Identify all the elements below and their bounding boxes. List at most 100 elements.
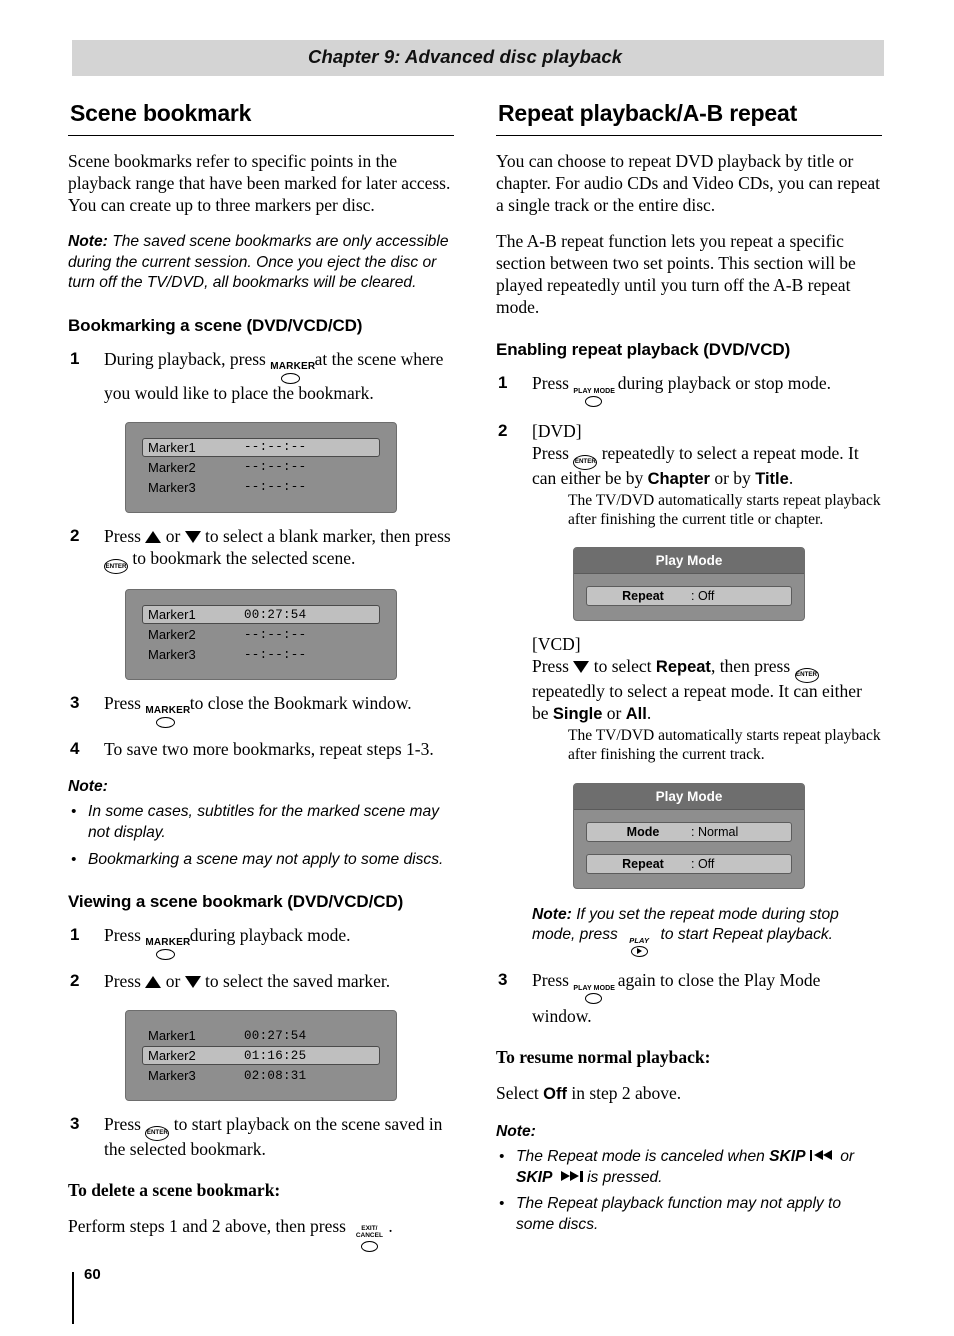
- step-number: 1: [498, 373, 508, 393]
- list-item: Bookmarking a scene may not apply to som…: [68, 850, 454, 871]
- marker-button-label: MARKER: [145, 705, 191, 717]
- step-text-or: or by: [714, 467, 751, 488]
- marker-button-label: MARKER: [270, 360, 316, 372]
- page-number: 60: [84, 1266, 101, 1283]
- document-page: Chapter 9: Advanced disc playback 60 Sce…: [0, 0, 954, 1336]
- enter-button-label: ENTER: [573, 454, 598, 470]
- heading-resume-normal-playback: To resume normal playback:: [496, 1047, 711, 1068]
- column-divider: [477, 100, 478, 1250]
- heading-delete-scene-bookmark: To delete a scene bookmark:: [68, 1179, 281, 1200]
- arrow-up-icon: [145, 530, 162, 543]
- osd-row-key: Mode: [626, 824, 660, 839]
- play-mode-button-label: PLAY MODE: [573, 985, 616, 993]
- marker-row: Marker3 --:--:--: [142, 478, 380, 497]
- marker-time: --:--:--: [244, 480, 307, 495]
- step-repeat-2: 2 [DVD] Press ENTER repeatedly to select…: [496, 420, 882, 529]
- osd-row-repeat: Repeat : Off: [586, 853, 792, 874]
- note-text-a: The Repeat mode is canceled when: [516, 1147, 765, 1165]
- bookmark-osd-empty: Marker1 --:--:-- Marker2 --:--:-- Marker…: [125, 421, 397, 513]
- step-text-a: Press: [532, 443, 569, 464]
- vcd-text-period: .: [646, 702, 652, 723]
- marker-time: 00:27:54: [244, 607, 307, 622]
- step-text-or: or: [165, 971, 181, 992]
- enter-button-label: ENTER: [104, 559, 128, 575]
- vcd-text-c: , then press: [710, 656, 791, 677]
- note-body: The saved scene bookmarks are only acces…: [68, 233, 449, 292]
- play-mode-button-icon: PLAY MODE: [573, 985, 616, 1009]
- step-text-b: to select a blank marker, then press: [205, 525, 451, 546]
- step-text-a: Press: [104, 925, 141, 946]
- step-bookmark-3: 3 Press MARKER to close the Bookmark win…: [68, 692, 454, 729]
- marker-button-icon: MARKER: [145, 938, 190, 962]
- step-text-b: during playback or stop mode.: [617, 373, 832, 394]
- arrow-down-icon: [573, 661, 590, 674]
- button-oval: [584, 993, 602, 1005]
- list-item: The Repeat mode is canceled when SKIP or…: [496, 1147, 882, 1188]
- marker-time: --:--:--: [244, 627, 307, 642]
- marker-label: Marker3: [148, 647, 196, 663]
- button-oval: [155, 717, 175, 729]
- single-option-label: Single: [552, 704, 603, 723]
- play-mode-osd-1-wrapper: Play Mode Repeat : Off: [496, 547, 882, 622]
- osd-row-value: : Normal: [691, 824, 739, 839]
- subsection-bookmarking-a-scene: Bookmarking a scene (DVD/VCD/CD): [68, 315, 363, 335]
- enter-button-icon: ENTER: [794, 667, 819, 684]
- marker-button-icon: MARKER: [145, 705, 191, 730]
- marker-row: Marker3 02:08:31: [142, 1066, 380, 1085]
- play-mode-button-label: PLAY MODE: [573, 388, 616, 396]
- step-number: 2: [70, 971, 80, 991]
- scene-bookmark-intro: Scene bookmarks refer to specific points…: [68, 151, 451, 216]
- osd-title: Play Mode: [574, 783, 804, 810]
- play-button-label: PLAY: [629, 936, 650, 946]
- step-text-a: Press: [104, 693, 141, 714]
- step-bookmark-1: 1 During playback, press MARKER at the s…: [68, 348, 454, 404]
- arrow-down-icon: [184, 976, 201, 989]
- repeat-intro-2: The A-B repeat function lets you repeat …: [496, 231, 856, 318]
- marker-button-icon: MARKER: [270, 360, 316, 386]
- marker-time: 01:16:25: [244, 1048, 307, 1063]
- page-number-rule: [72, 1272, 74, 1324]
- marker-label: Marker2: [148, 459, 196, 475]
- play-button-icon: PLAY: [622, 937, 656, 961]
- marker-label: Marker1: [148, 1028, 196, 1044]
- vcd-text-a: Press: [532, 656, 569, 677]
- bookmark-osd-saved: Marker1 00:27:54 Marker2 --:--:-- Marker…: [125, 589, 397, 681]
- enter-button-label: ENTER: [794, 667, 819, 683]
- marker-row: Marker3 --:--:--: [142, 645, 380, 664]
- skip-label-2: SKIP: [516, 1168, 553, 1186]
- right-column: Repeat playback/A-B repeat You can choos…: [496, 100, 882, 1235]
- bookmark-osd-viewing: Marker1 00:27:54 Marker2 01:16:25 Marker…: [125, 1010, 397, 1102]
- step-number: 3: [498, 970, 508, 990]
- note-text-or: or: [840, 1147, 855, 1165]
- step-text-b: to close the Bookmark window.: [189, 693, 412, 714]
- enter-button-icon: ENTER: [104, 559, 128, 575]
- step-text-a: Press: [104, 971, 141, 992]
- step-text-a: During playback, press: [104, 348, 266, 369]
- resume-text-a: Select: [496, 1083, 539, 1104]
- step-repeat-1: 1 Press PLAY MODE during playback or sto…: [496, 372, 882, 408]
- exit-label-line2: CANCEL: [355, 1231, 383, 1239]
- title-option-label: Title: [755, 469, 789, 488]
- marker-label: Marker1: [148, 439, 196, 455]
- vcd-text-b: to select: [593, 656, 652, 677]
- marker-label: Marker3: [148, 1068, 196, 1084]
- marker-time: --:--:--: [244, 440, 307, 455]
- step-text-period: .: [788, 467, 794, 488]
- note-heading: Note:: [68, 778, 108, 796]
- resume-text: Select Off in step 2 above.: [496, 1082, 882, 1105]
- section-title-scene-bookmark: Scene bookmark: [68, 100, 454, 136]
- step-number: 3: [70, 693, 80, 713]
- osd-row-repeat: Repeat : Off: [586, 586, 792, 607]
- vcd-body: Press to select Repeat, then press ENTER…: [532, 655, 882, 724]
- delete-text-b: .: [388, 1215, 393, 1236]
- arrow-up-icon: [145, 976, 162, 989]
- resume-text-b: in step 2 above.: [571, 1083, 682, 1104]
- repeat-intro-1: You can choose to repeat DVD playback by…: [496, 151, 881, 216]
- step-text-a: Press: [104, 525, 141, 546]
- arrow-down-icon: [184, 530, 201, 543]
- button-oval: [280, 372, 300, 384]
- step-number: 2: [498, 421, 508, 441]
- play-mode-osd-2-wrapper: Play Mode Mode : Normal Repeat : Off: [496, 782, 882, 889]
- all-option-label: All: [625, 704, 647, 723]
- vcd-subnote: The TV/DVD automatically starts repeat p…: [568, 726, 881, 763]
